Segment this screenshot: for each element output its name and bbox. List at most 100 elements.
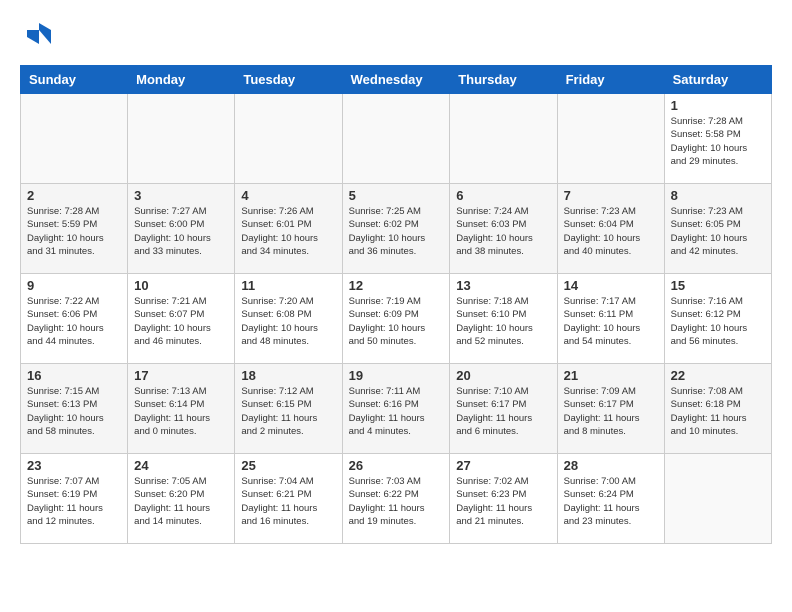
calendar-cell: 26 Sunrise: 7:03 AM Sunset: 6:22 PM Dayli… [342, 454, 450, 544]
calendar-cell: 7 Sunrise: 7:23 AM Sunset: 6:04 PM Daylig… [557, 184, 664, 274]
calendar-cell [342, 94, 450, 184]
day-info: Sunrise: 7:16 AM Sunset: 6:12 PM Dayligh… [671, 295, 765, 348]
day-info: Sunrise: 7:23 AM Sunset: 6:04 PM Dayligh… [564, 205, 658, 258]
calendar-cell: 27 Sunrise: 7:02 AM Sunset: 6:23 PM Dayli… [450, 454, 557, 544]
day-info: Sunrise: 7:20 AM Sunset: 6:08 PM Dayligh… [241, 295, 335, 348]
calendar-cell: 14 Sunrise: 7:17 AM Sunset: 6:11 PM Dayli… [557, 274, 664, 364]
day-number: 4 [241, 188, 335, 203]
calendar-cell [450, 94, 557, 184]
day-info: Sunrise: 7:05 AM Sunset: 6:20 PM Dayligh… [134, 475, 228, 528]
calendar-cell: 20 Sunrise: 7:10 AM Sunset: 6:17 PM Dayli… [450, 364, 557, 454]
calendar-cell: 16 Sunrise: 7:15 AM Sunset: 6:13 PM Dayli… [21, 364, 128, 454]
calendar-cell [21, 94, 128, 184]
calendar-cell: 13Sunrise: 7:18 AM Sunset: 6:10 PM Dayli… [450, 274, 557, 364]
logo-icon [24, 20, 54, 50]
calendar-cell [128, 94, 235, 184]
day-info: Sunrise: 7:22 AM Sunset: 6:06 PM Dayligh… [27, 295, 121, 348]
day-number: 6 [456, 188, 550, 203]
day-number: 10 [134, 278, 228, 293]
calendar-cell: 4 Sunrise: 7:26 AM Sunset: 6:01 PM Daylig… [235, 184, 342, 274]
day-info: Sunrise: 7:03 AM Sunset: 6:22 PM Dayligh… [349, 475, 444, 528]
calendar-cell: 24 Sunrise: 7:05 AM Sunset: 6:20 PM Dayli… [128, 454, 235, 544]
day-number: 22 [671, 368, 765, 383]
day-info: Sunrise: 7:17 AM Sunset: 6:11 PM Dayligh… [564, 295, 658, 348]
day-number: 24 [134, 458, 228, 473]
calendar-cell: 17 Sunrise: 7:13 AM Sunset: 6:14 PM Dayli… [128, 364, 235, 454]
calendar-cell: 9 Sunrise: 7:22 AM Sunset: 6:06 PM Daylig… [21, 274, 128, 364]
day-info: Sunrise: 7:28 AM Sunset: 5:59 PM Dayligh… [27, 205, 121, 258]
weekday-header-friday: Friday [557, 66, 664, 94]
day-number: 7 [564, 188, 658, 203]
calendar-cell: 12 Sunrise: 7:19 AM Sunset: 6:09 PM Dayli… [342, 274, 450, 364]
weekday-header-wednesday: Wednesday [342, 66, 450, 94]
day-info: Sunrise: 7:28 AM Sunset: 5:58 PM Dayligh… [671, 115, 765, 168]
calendar-cell: 15 Sunrise: 7:16 AM Sunset: 6:12 PM Dayli… [664, 274, 771, 364]
day-number: 2 [27, 188, 121, 203]
day-number: 9 [27, 278, 121, 293]
day-number: 27 [456, 458, 550, 473]
weekday-header-saturday: Saturday [664, 66, 771, 94]
calendar-cell: 19 Sunrise: 7:11 AM Sunset: 6:16 PM Dayli… [342, 364, 450, 454]
day-info: Sunrise: 7:19 AM Sunset: 6:09 PM Dayligh… [349, 295, 444, 348]
header-area [20, 20, 772, 55]
calendar-cell [664, 454, 771, 544]
calendar-cell [557, 94, 664, 184]
day-number: 12 [349, 278, 444, 293]
day-info: Sunrise: 7:12 AM Sunset: 6:15 PM Dayligh… [241, 385, 335, 438]
day-info: Sunrise: 7:13 AM Sunset: 6:14 PM Dayligh… [134, 385, 228, 438]
weekday-header-tuesday: Tuesday [235, 66, 342, 94]
calendar-cell [235, 94, 342, 184]
day-info: Sunrise: 7:10 AM Sunset: 6:17 PM Dayligh… [456, 385, 550, 438]
day-number: 21 [564, 368, 658, 383]
weekday-header-thursday: Thursday [450, 66, 557, 94]
day-info: Sunrise: 7:24 AM Sunset: 6:03 PM Dayligh… [456, 205, 550, 258]
day-number: 16 [27, 368, 121, 383]
day-number: 1 [671, 98, 765, 113]
calendar-table: SundayMondayTuesdayWednesdayThursdayFrid… [20, 65, 772, 544]
calendar-cell: 11 Sunrise: 7:20 AM Sunset: 6:08 PM Dayli… [235, 274, 342, 364]
day-number: 14 [564, 278, 658, 293]
day-number: 18 [241, 368, 335, 383]
day-info: Sunrise: 7:23 AM Sunset: 6:05 PM Dayligh… [671, 205, 765, 258]
calendar-cell: 18 Sunrise: 7:12 AM Sunset: 6:15 PM Dayli… [235, 364, 342, 454]
calendar-cell: 2 Sunrise: 7:28 AM Sunset: 5:59 PM Daylig… [21, 184, 128, 274]
calendar-cell: 22 Sunrise: 7:08 AM Sunset: 6:18 PM Dayli… [664, 364, 771, 454]
calendar-cell: 25 Sunrise: 7:04 AM Sunset: 6:21 PM Dayli… [235, 454, 342, 544]
day-number: 25 [241, 458, 335, 473]
weekday-header-sunday: Sunday [21, 66, 128, 94]
day-info: Sunrise: 7:21 AM Sunset: 6:07 PM Dayligh… [134, 295, 228, 348]
calendar-cell: 28 Sunrise: 7:00 AM Sunset: 6:24 PM Dayli… [557, 454, 664, 544]
day-number: 13 [456, 278, 550, 293]
day-number: 3 [134, 188, 228, 203]
day-number: 8 [671, 188, 765, 203]
day-info: Sunrise: 7:00 AM Sunset: 6:24 PM Dayligh… [564, 475, 658, 528]
day-info: Sunrise: 7:15 AM Sunset: 6:13 PM Dayligh… [27, 385, 121, 438]
day-number: 28 [564, 458, 658, 473]
weekday-header-monday: Monday [128, 66, 235, 94]
day-number: 5 [349, 188, 444, 203]
day-info: Sunrise: 7:07 AM Sunset: 6:19 PM Dayligh… [27, 475, 121, 528]
calendar-cell: 3 Sunrise: 7:27 AM Sunset: 6:00 PM Daylig… [128, 184, 235, 274]
day-number: 23 [27, 458, 121, 473]
day-info: Sunrise: 7:04 AM Sunset: 6:21 PM Dayligh… [241, 475, 335, 528]
calendar-cell: 10 Sunrise: 7:21 AM Sunset: 6:07 PM Dayli… [128, 274, 235, 364]
day-info: Sunrise: 7:25 AM Sunset: 6:02 PM Dayligh… [349, 205, 444, 258]
day-number: 26 [349, 458, 444, 473]
calendar-cell: 8 Sunrise: 7:23 AM Sunset: 6:05 PM Daylig… [664, 184, 771, 274]
day-number: 15 [671, 278, 765, 293]
day-number: 17 [134, 368, 228, 383]
day-number: 19 [349, 368, 444, 383]
calendar-cell: 1 Sunrise: 7:28 AM Sunset: 5:58 PM Daylig… [664, 94, 771, 184]
day-info: Sunrise: 7:08 AM Sunset: 6:18 PM Dayligh… [671, 385, 765, 438]
day-number: 20 [456, 368, 550, 383]
calendar-cell: 23 Sunrise: 7:07 AM Sunset: 6:19 PM Dayli… [21, 454, 128, 544]
day-info: Sunrise: 7:26 AM Sunset: 6:01 PM Dayligh… [241, 205, 335, 258]
logo [20, 20, 54, 55]
calendar-cell: 6 Sunrise: 7:24 AM Sunset: 6:03 PM Daylig… [450, 184, 557, 274]
day-info: Sunrise: 7:11 AM Sunset: 6:16 PM Dayligh… [349, 385, 444, 438]
calendar-cell: 21 Sunrise: 7:09 AM Sunset: 6:17 PM Dayli… [557, 364, 664, 454]
day-info: Sunrise: 7:02 AM Sunset: 6:23 PM Dayligh… [456, 475, 550, 528]
day-info: Sunrise: 7:09 AM Sunset: 6:17 PM Dayligh… [564, 385, 658, 438]
day-number: 11 [241, 278, 335, 293]
day-info: Sunrise: 7:27 AM Sunset: 6:00 PM Dayligh… [134, 205, 228, 258]
